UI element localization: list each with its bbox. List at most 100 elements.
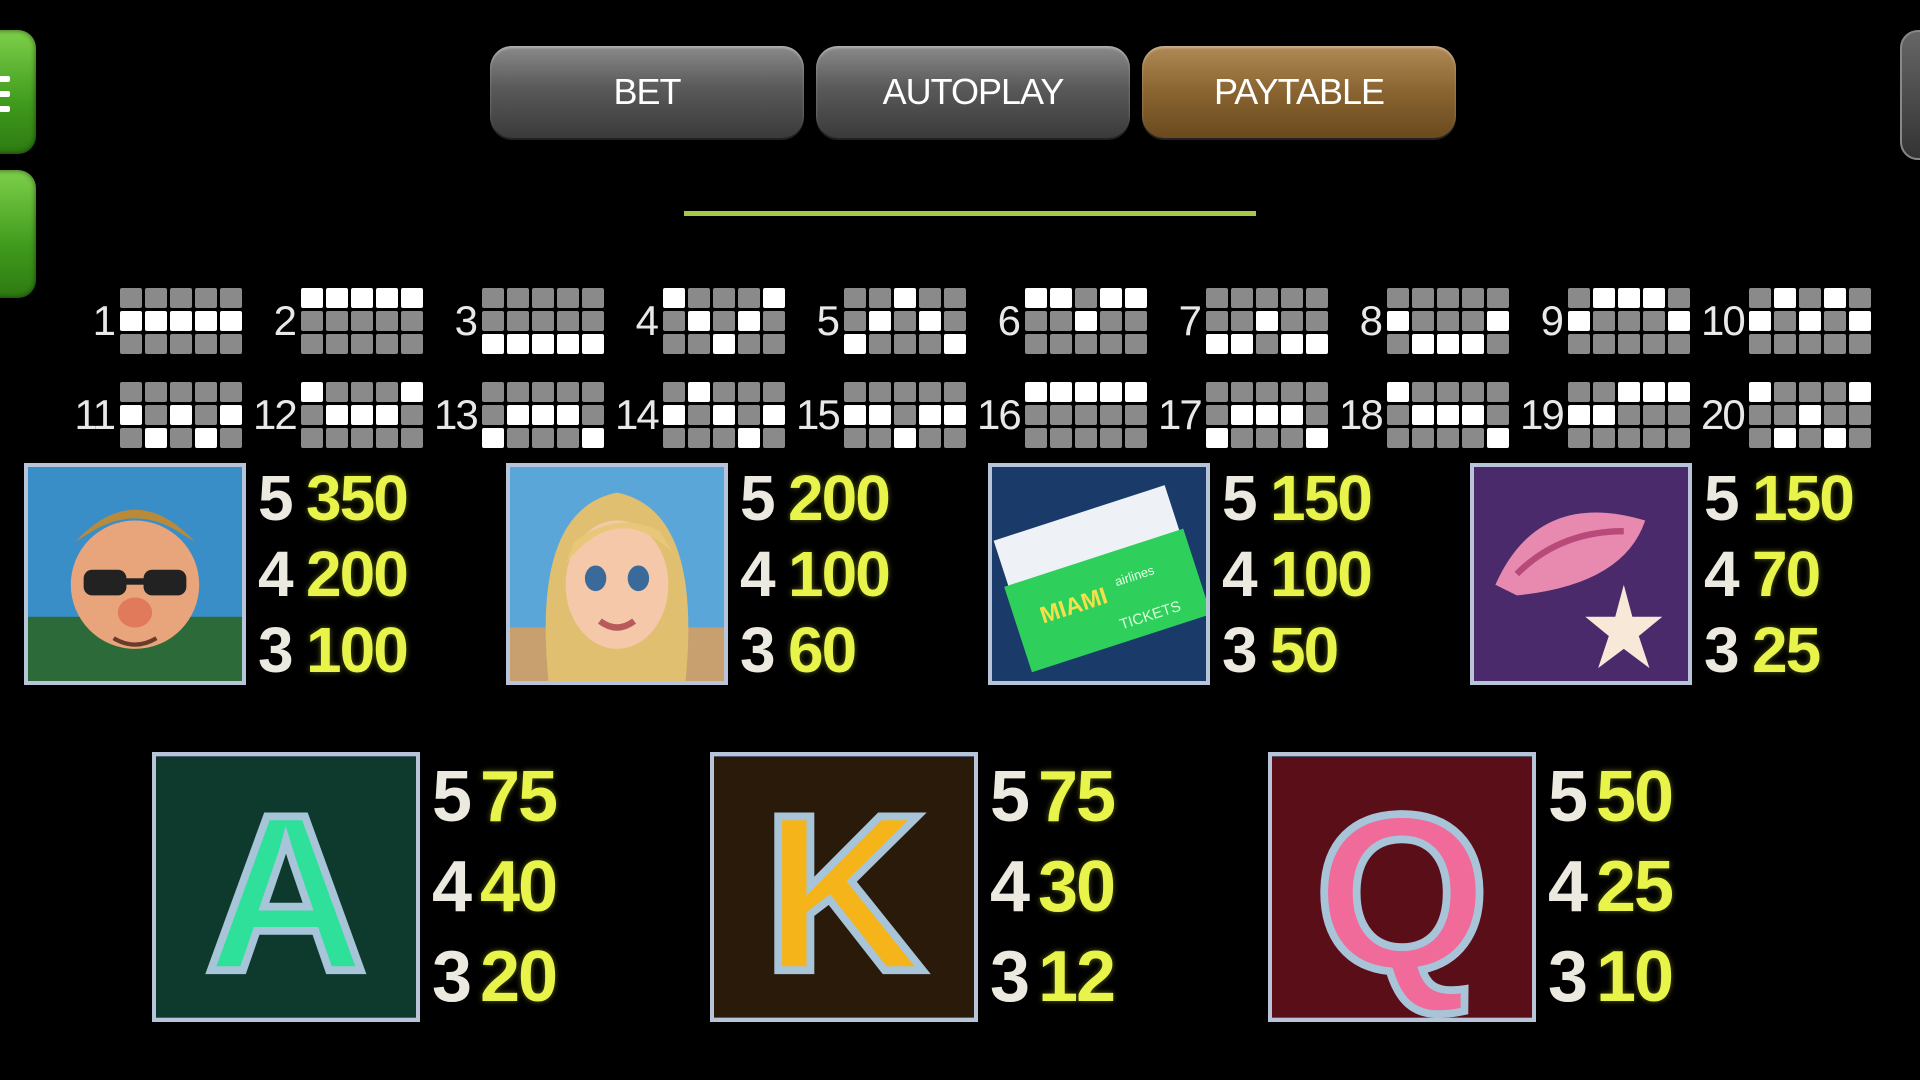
- payline-row: 1 2 3 4 5 6 7 8 9 10: [72, 282, 1882, 360]
- payline-pattern-icon: [1206, 288, 1328, 354]
- payout-row: 4 200: [258, 536, 409, 612]
- payout-value: 100: [788, 538, 891, 610]
- payline-pattern-icon: [120, 382, 242, 448]
- payout-row: 3 25: [1704, 612, 1853, 688]
- payout-row: 5 75: [432, 752, 558, 842]
- payline-number: 9: [1540, 297, 1564, 344]
- paytable-symbol: 5 350 4 200 3 100: [24, 460, 506, 688]
- payline-item: 1: [72, 282, 253, 360]
- payout-row: 3 12: [990, 932, 1116, 1022]
- payline-number: 3: [454, 297, 478, 344]
- payout-count: 5: [740, 462, 776, 534]
- payline-item: 19: [1520, 376, 1701, 454]
- payout-row: 5 75: [990, 752, 1116, 842]
- payline-number: 13: [434, 391, 479, 438]
- payout-count: 5: [258, 462, 294, 534]
- svg-text:A: A: [205, 769, 366, 1018]
- tab-autoplay[interactable]: AUTOPLAY: [816, 46, 1130, 138]
- payline-item: 20: [1701, 376, 1882, 454]
- symbols-row-letters: A 5 75 4 40 3 20 K 5 75 4 30 3 12 Q 5 50 4 25 3 10: [152, 752, 1826, 1022]
- payline-number: 8: [1359, 297, 1383, 344]
- letter-a-icon: A: [152, 752, 420, 1022]
- payout-row: 3 10: [1548, 932, 1674, 1022]
- tab-bar: BET AUTOPLAY PAYTABLE: [490, 46, 1456, 138]
- payline-number: 20: [1701, 391, 1746, 438]
- payout-count: 5: [1704, 462, 1740, 534]
- menu-icon: [0, 76, 10, 121]
- right-edge-button[interactable]: [1900, 30, 1920, 160]
- side-green-button[interactable]: [0, 170, 36, 298]
- payline-pattern-icon: [844, 382, 966, 448]
- payline-number: 19: [1520, 391, 1565, 438]
- payout-list: 5 150 4 100 3 50: [1222, 460, 1373, 688]
- payline-number: 1: [92, 297, 116, 344]
- svg-text:K: K: [763, 769, 924, 1018]
- payout-row: 5 200: [740, 460, 891, 536]
- payline-pattern-icon: [301, 288, 423, 354]
- payline-item: 12: [253, 376, 434, 454]
- payline-pattern-icon: [1568, 382, 1690, 448]
- payout-value: 10: [1596, 937, 1674, 1017]
- payout-value: 12: [1038, 937, 1116, 1017]
- payout-list: 5 50 4 25 3 10: [1548, 752, 1674, 1022]
- payline-item: 13: [434, 376, 615, 454]
- payout-value: 75: [1038, 757, 1116, 837]
- payline-pattern-icon: [120, 288, 242, 354]
- payout-row: 4 25: [1548, 842, 1674, 932]
- menu-button[interactable]: [0, 30, 36, 154]
- payline-pattern-icon: [663, 382, 785, 448]
- payout-count: 4: [1704, 538, 1740, 610]
- payout-value: 150: [1752, 462, 1855, 534]
- payout-row: 5 150: [1704, 460, 1855, 536]
- payline-number: 7: [1178, 297, 1202, 344]
- payline-pattern-icon: [1025, 382, 1147, 448]
- payout-count: 4: [258, 538, 294, 610]
- payline-item: 14: [615, 376, 796, 454]
- payout-list: 5 200 4 100 3 60: [740, 460, 891, 688]
- payline-number: 11: [74, 391, 116, 438]
- payline-number: 12: [253, 391, 298, 438]
- plane-tickets-icon: MIAMI airlines TICKETS: [988, 463, 1210, 685]
- payline-item: 17: [1158, 376, 1339, 454]
- payout-value: 50: [1596, 757, 1674, 837]
- payline-item: 3: [434, 282, 615, 360]
- payline-pattern-icon: [1025, 288, 1147, 354]
- tab-bet[interactable]: BET: [490, 46, 804, 138]
- payline-number: 14: [615, 391, 660, 438]
- payout-row: 5 50: [1548, 752, 1674, 842]
- payline-item: 6: [977, 282, 1158, 360]
- paylines: 1 2 3 4 5 6 7 8 9 10 11 12 13 14 15 16 17 18 19 20: [72, 282, 1882, 470]
- payline-item: 11: [72, 376, 253, 454]
- payout-list: 5 75 4 30 3 12: [990, 752, 1116, 1022]
- payline-item: 8: [1339, 282, 1520, 360]
- payline-pattern-icon: [1387, 382, 1509, 448]
- payout-row: 4 100: [740, 536, 891, 612]
- payout-count: 5: [432, 757, 473, 837]
- letter-k-icon: K: [710, 752, 978, 1022]
- payline-item: 18: [1339, 376, 1520, 454]
- tab-paytable[interactable]: PAYTABLE: [1142, 46, 1456, 138]
- tab-label: BET: [613, 71, 681, 112]
- payout-row: 3 20: [432, 932, 558, 1022]
- payline-item: 7: [1158, 282, 1339, 360]
- payout-value: 25: [1752, 614, 1821, 686]
- payline-number: 5: [816, 297, 840, 344]
- payout-count: 3: [1222, 614, 1258, 686]
- payline-number: 2: [273, 297, 297, 344]
- payout-count: 3: [740, 614, 776, 686]
- payline-number: 10: [1701, 297, 1746, 344]
- blonde-woman-icon: [506, 463, 728, 685]
- tab-divider: [684, 211, 1256, 216]
- letter-q-icon: Q: [1268, 752, 1536, 1022]
- payout-list: 5 350 4 200 3 100: [258, 460, 409, 688]
- payline-pattern-icon: [844, 288, 966, 354]
- payout-row: 5 150: [1222, 460, 1373, 536]
- payout-row: 3 100: [258, 612, 409, 688]
- payout-value: 350: [306, 462, 409, 534]
- payout-count: 3: [1548, 937, 1589, 1017]
- payline-pattern-icon: [1749, 382, 1871, 448]
- payout-row: 4 30: [990, 842, 1116, 932]
- payout-count: 5: [1222, 462, 1258, 534]
- payline-item: 2: [253, 282, 434, 360]
- payline-number: 15: [796, 391, 841, 438]
